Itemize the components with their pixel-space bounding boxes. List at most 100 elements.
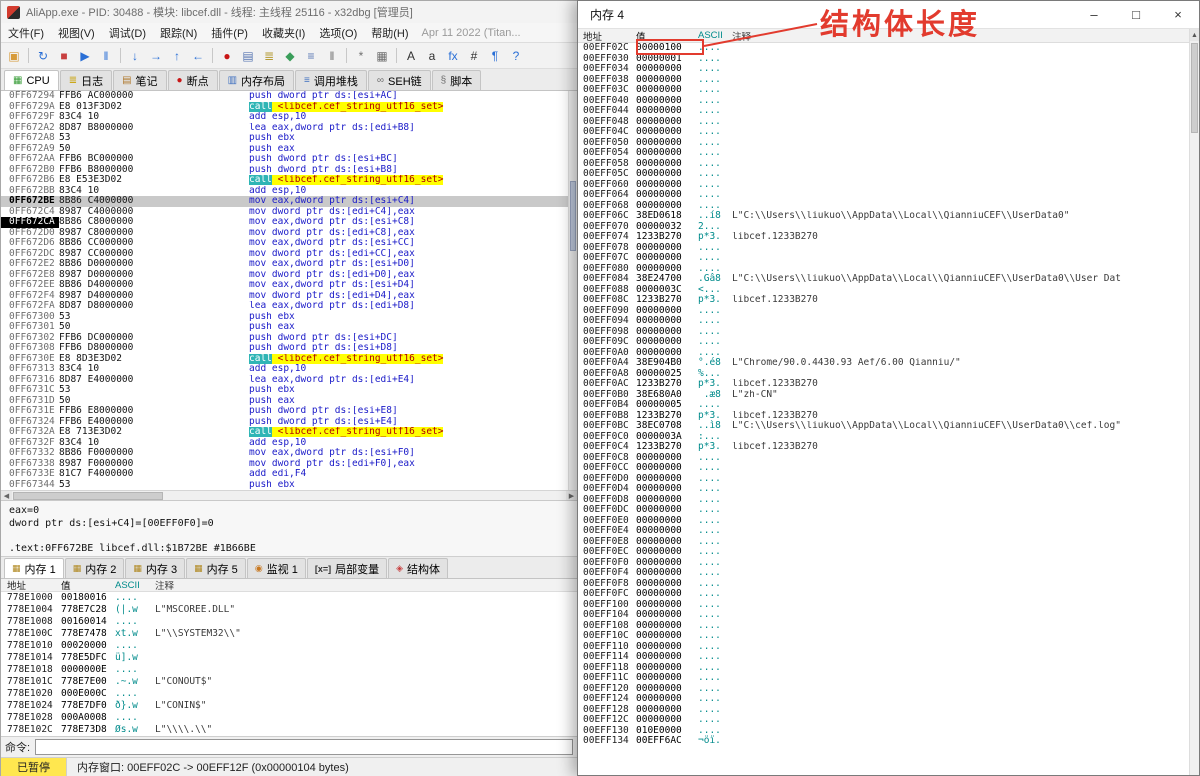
scrollbar-thumb[interactable] [570,181,576,251]
scroll-left-arrow-icon[interactable]: ◀ [1,491,12,500]
memory-row[interactable]: 00EFF114 00000000.... [578,651,1189,663]
step-into-button[interactable]: ↓ [125,46,145,66]
memory-row[interactable]: 00EFF07C 00000000.... [578,252,1189,264]
memory-row[interactable]: 00EFF0BC 38EC0708 ..ì8 L"C:\\Users\\liukuo\… [578,420,1189,432]
run-to-return-button[interactable]: ← [188,46,208,66]
bottom-tab-memory-3[interactable]: ▦ 内存 3 [125,558,186,578]
restart-button[interactable]: ↻ [33,46,53,66]
tab-script[interactable]: § 脚本 [431,70,482,90]
calculator-button[interactable]: ▦ [372,46,392,66]
disasm-row[interactable]: 0FF6731E FFB6 E8000000 push dword ptr ds:[… [1,405,577,417]
tab-cpu[interactable]: ▦ CPU [4,70,59,90]
dump-row[interactable]: 778E1004 778E7C28 (|.w L"MSCOREE.DLL" [1,604,577,616]
memory-table[interactable]: 00EFF02C 00000100.... 00EFF030 00000001....… [578,43,1189,775]
command-input[interactable] [35,739,573,755]
help-button[interactable]: ? [506,46,526,66]
memory-row[interactable]: 00EFF0A4 38E904B0 °.é8 L"Chrome/90.0.4430.9… [578,357,1189,369]
memory-row[interactable]: 00EFF05C 00000000.... [578,168,1189,180]
memory-vertical-scrollbar[interactable]: ▲ [1189,29,1199,775]
disassembly-view[interactable]: 0FF67294 FFB6 AC000000 push dword ptr ds:[… [1,91,577,490]
dump-table[interactable]: 778E1000 00180016.... 778E1004 778E7C28 (|.w… [1,592,577,736]
memory-row[interactable]: 00EFF03C 00000000.... [578,84,1189,96]
step-over-button[interactable]: → [146,46,166,66]
symbols-button[interactable]: ◆ [280,46,300,66]
memory-row[interactable]: 00EFF0FC 00000000.... [578,588,1189,600]
memory-row[interactable]: 00EFF124 00000000.... [578,693,1189,705]
memory-row[interactable]: 00EFF064 00000000.... [578,189,1189,201]
menu-item-3[interactable]: 跟踪(N) [153,23,204,42]
menu-item-4[interactable]: 插件(P) [204,23,255,42]
scrollbar-thumb[interactable] [1191,43,1198,133]
dump-row[interactable]: 778E102C 778E73D8 Øs.w L"\\\\.\\" [1,724,577,736]
font-button[interactable]: a [422,46,442,66]
pause-button[interactable]: ‖ [96,46,116,66]
dump-row[interactable]: 778E1014 778E5DFC ü].w [1,652,577,664]
references-button[interactable]: ≡ [301,46,321,66]
maximize-button[interactable]: □ [1115,1,1157,28]
fx-button[interactable]: fx [443,46,463,66]
disasm-row[interactable]: 0FF672AA FFB6 BC000000 push dword ptr ds:[… [1,153,577,165]
disasm-row[interactable]: 0FF672B6 E8 E53E3D02 call <libcef.cef_stri… [1,174,577,186]
memory-row[interactable]: 00EFF06C 38ED0618 ..í8 L"C:\\Users\\liukuo\… [578,210,1189,222]
memory-row[interactable]: 00EFF054 00000000.... [578,147,1189,159]
dump-row[interactable]: 778E1000 00180016.... [1,592,577,604]
memory-row[interactable]: 00EFF10C 00000000.... [578,630,1189,642]
memory-row[interactable]: 00EFF0D4 00000000.... [578,483,1189,495]
scrollbar-thumb[interactable] [13,492,163,500]
minimize-button[interactable]: – [1073,1,1115,28]
tab-seh-chain[interactable]: ∞ SEH链 [367,70,431,90]
disasm-row[interactable]: 0FF67301 50 push eax [1,321,577,333]
disasm-row[interactable]: 0FF67313 83C4 10 add esp,10 [1,363,577,375]
close-button[interactable]: × [1157,1,1199,28]
disasm-row[interactable]: 0FF67300 53 push ebx [1,311,577,323]
bottom-tab-struct[interactable]: ◈ 结构体 [388,558,449,578]
open-file-button[interactable]: ▣ [4,46,24,66]
tab-log[interactable]: ≣ 日志 [59,70,113,90]
tab-memory-map[interactable]: ▥ 内存布局 [218,70,295,90]
memory-row[interactable]: 00EFF0EC 00000000.... [578,546,1189,558]
menu-item-2[interactable]: 调试(D) [102,23,153,42]
menu-item-1[interactable]: 视图(V) [51,23,102,42]
bottom-tab-memory-5[interactable]: ▦ 内存 5 [186,558,246,578]
disasm-row[interactable]: 0FF67294 FFB6 AC000000 push dword ptr ds:[… [1,91,577,102]
disasm-row[interactable]: 0FF672CA 8B86 C8000000 mov eax,dword ptr d… [1,216,577,228]
memory-map-button[interactable]: ▤ [238,46,258,66]
disasm-row[interactable]: 0FF672FA 8D87 D8000000 lea eax,dword ptr d… [1,300,577,312]
disasm-row[interactable]: 0FF67308 FFB6 D8000000 push dword ptr ds:[… [1,342,577,354]
dump-row[interactable]: 778E100C 778E7478 xt.w L"\\SYSTEM32\\" [1,628,577,640]
scroll-up-arrow-icon[interactable]: ▲ [1190,29,1199,41]
disasm-row[interactable]: 0FF672A2 8D87 B8000000 lea eax,dword ptr d… [1,122,577,134]
scroll-right-arrow-icon[interactable]: ▶ [566,491,577,500]
disasm-row[interactable]: 0FF672D6 8B86 CC000000 mov eax,dword ptr d… [1,237,577,249]
memory-row[interactable]: 00EFF034 00000000.... [578,63,1189,75]
tab-breakpoints[interactable]: ● 断点 [167,70,218,90]
memory-row[interactable]: 00EFF04C 00000000.... [578,126,1189,138]
memory-row[interactable]: 00EFF0E4 00000000.... [578,525,1189,537]
memory-row[interactable]: 00EFF0F4 00000000.... [578,567,1189,579]
breakpoints-button[interactable]: ● [217,46,237,66]
log-button[interactable]: ≣ [259,46,279,66]
comment-button[interactable]: ¶ [485,46,505,66]
dump-row[interactable]: 778E1028 000A0008.... [1,712,577,724]
stop-button[interactable]: ■ [54,46,74,66]
memory-row[interactable]: 00EFF104 00000000.... [578,609,1189,621]
disasm-row[interactable]: 0FF6733E 81C7 F4000000 add edi,F4 [1,468,577,480]
bottom-tab-memory-1[interactable]: ▦ 内存 1 [4,558,64,578]
disasm-row[interactable]: 0FF67344 53 push ebx [1,479,577,491]
menu-item-5[interactable]: 收藏夹(I) [255,23,312,42]
memory-row[interactable]: 00EFF134 00EFF6AC ¬öï. [578,735,1189,747]
disasm-horizontal-scrollbar[interactable]: ◀ ▶ [1,490,577,501]
memory-row[interactable]: 00EFF0DC 00000000.... [578,504,1189,516]
disasm-row[interactable]: 0FF67316 8D87 E4000000 lea eax,dword ptr d… [1,374,577,386]
bottom-tab-locals[interactable]: [x=] 局部变量 [306,558,388,578]
disasm-row[interactable]: 0FF672A8 53 push ebx [1,132,577,144]
disasm-row[interactable]: 0FF6729F 83C4 10 add esp,10 [1,111,577,123]
disasm-row[interactable]: 0FF6731C 53 push ebx [1,384,577,396]
disasm-row[interactable]: 0FF672E2 8B86 D0000000 mov eax,dword ptr d… [1,258,577,270]
memory-row[interactable]: 00EFF0B4 00000005.... [578,399,1189,411]
memory-row[interactable]: 00EFF084 38E24700 .Gâ8 L"C:\\Users\\liukuo\… [578,273,1189,285]
memory-row[interactable]: 00EFF11C 00000000.... [578,672,1189,684]
memory-row[interactable]: 00EFF0CC 00000000.... [578,462,1189,474]
dump-row[interactable]: 778E1024 778E7DF0 ð}.w L"CONIN$" [1,700,577,712]
memory-row[interactable]: 00EFF094 00000000.... [578,315,1189,327]
